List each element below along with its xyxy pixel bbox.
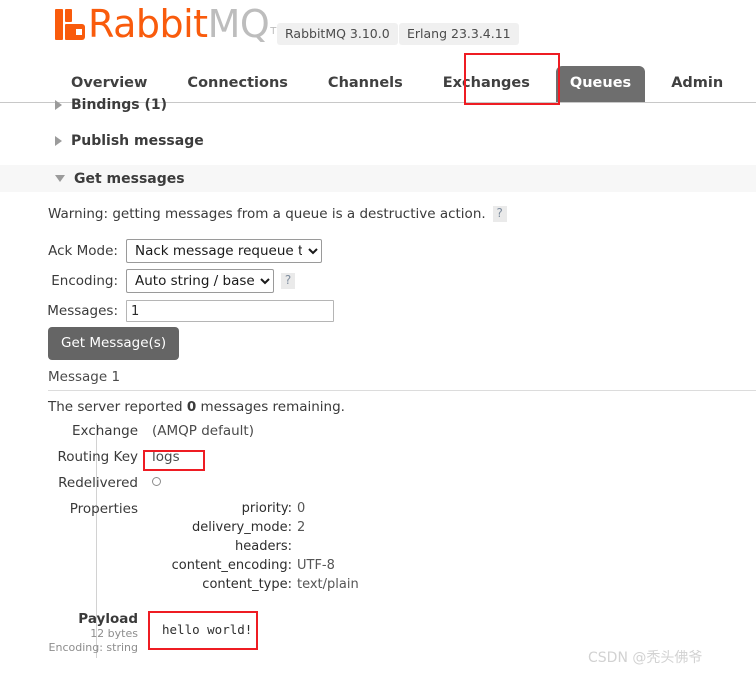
- encoding-select[interactable]: Auto string / base64: [126, 269, 274, 293]
- property-key: headers:: [235, 539, 292, 554]
- destructive-action-warning: Warning: getting messages from a queue i…: [48, 206, 507, 222]
- section-publish-label: Publish message: [71, 133, 204, 149]
- server-version-badge: RabbitMQ 3.10.0: [277, 23, 398, 45]
- property-row: content_encoding: UTF-8: [152, 558, 452, 576]
- redelivered-label: Redelivered: [58, 475, 138, 491]
- redelivered-value: [152, 475, 161, 491]
- circle-false-icon: [152, 477, 161, 486]
- get-messages-button[interactable]: Get Message(s): [48, 327, 180, 360]
- remaining-prefix: The server reported: [48, 399, 187, 415]
- warning-help-icon[interactable]: ?: [492, 206, 507, 222]
- section-bindings[interactable]: Bindings (1): [0, 92, 756, 118]
- property-row: headers:: [152, 539, 452, 557]
- payload-label: Payload: [78, 611, 138, 627]
- logo-text-mq: MQ: [207, 2, 270, 46]
- payload-value: hello world!: [162, 622, 253, 637]
- property-value: 0: [297, 501, 306, 516]
- ack-mode-label: Ack Mode:: [48, 243, 118, 259]
- chevron-right-icon: [55, 100, 62, 110]
- chevron-down-icon: [55, 175, 65, 182]
- section-publish-message[interactable]: Publish message: [0, 128, 756, 154]
- property-value: 2: [297, 520, 306, 535]
- exchange-value: (AMQP default): [152, 423, 254, 439]
- payload-encoding: Encoding: string: [48, 641, 138, 654]
- encoding-help-icon[interactable]: ?: [281, 273, 295, 289]
- messages-remaining-status: The server reported 0 messages remaining…: [48, 399, 345, 415]
- chevron-right-icon: [55, 136, 62, 146]
- warning-text: Warning: getting messages from a queue i…: [48, 206, 486, 222]
- payload-size: 12 bytes: [90, 627, 138, 640]
- messages-count-row: Messages:: [0, 298, 334, 324]
- rabbit-logo-icon: [55, 8, 85, 40]
- ack-mode-select[interactable]: Nack message requeue true: [126, 239, 322, 263]
- property-key: priority:: [241, 501, 292, 516]
- section-bindings-label: Bindings (1): [71, 97, 167, 113]
- encoding-row: Encoding: Auto string / base64 ?: [0, 268, 295, 294]
- watermark: CSDN @秃头佛爷: [588, 650, 703, 666]
- property-value: UTF-8: [297, 558, 335, 573]
- remaining-count: 0: [186, 399, 197, 415]
- rabbitmq-logo[interactable]: Rabbit MQ TM: [55, 4, 285, 44]
- property-row: content_type: text/plain: [152, 577, 452, 595]
- messages-count-input[interactable]: [126, 300, 334, 322]
- property-key: delivery_mode:: [192, 520, 292, 535]
- ack-mode-row: Ack Mode: Nack message requeue true: [0, 238, 322, 264]
- property-row: delivery_mode: 2: [152, 520, 452, 538]
- routing-key-value: logs: [152, 449, 180, 465]
- encoding-label: Encoding:: [51, 273, 118, 289]
- routing-key-label: Routing Key: [57, 449, 138, 465]
- section-get-messages-label: Get messages: [74, 170, 185, 187]
- logo-text-rabbit: Rabbit: [88, 2, 208, 46]
- property-row: priority: 0: [152, 501, 452, 519]
- exchange-label: Exchange: [72, 423, 138, 439]
- property-key: content_type:: [202, 577, 292, 592]
- app-header: Rabbit MQ TM RabbitMQ 3.10.0 Erlang 23.3…: [0, 0, 756, 53]
- message-index-title: Message 1: [48, 369, 121, 385]
- properties-label: Properties: [69, 501, 138, 517]
- messages-label: Messages:: [47, 303, 118, 319]
- erlang-version-badge: Erlang 23.3.4.11: [399, 23, 519, 45]
- property-value: text/plain: [297, 577, 359, 592]
- payload-meta: Payload 12 bytes Encoding: string: [48, 611, 138, 655]
- section-get-messages[interactable]: Get messages: [0, 165, 756, 192]
- message-divider: [48, 390, 756, 391]
- remaining-suffix: messages remaining.: [196, 399, 345, 415]
- property-key: content_encoding:: [171, 558, 292, 573]
